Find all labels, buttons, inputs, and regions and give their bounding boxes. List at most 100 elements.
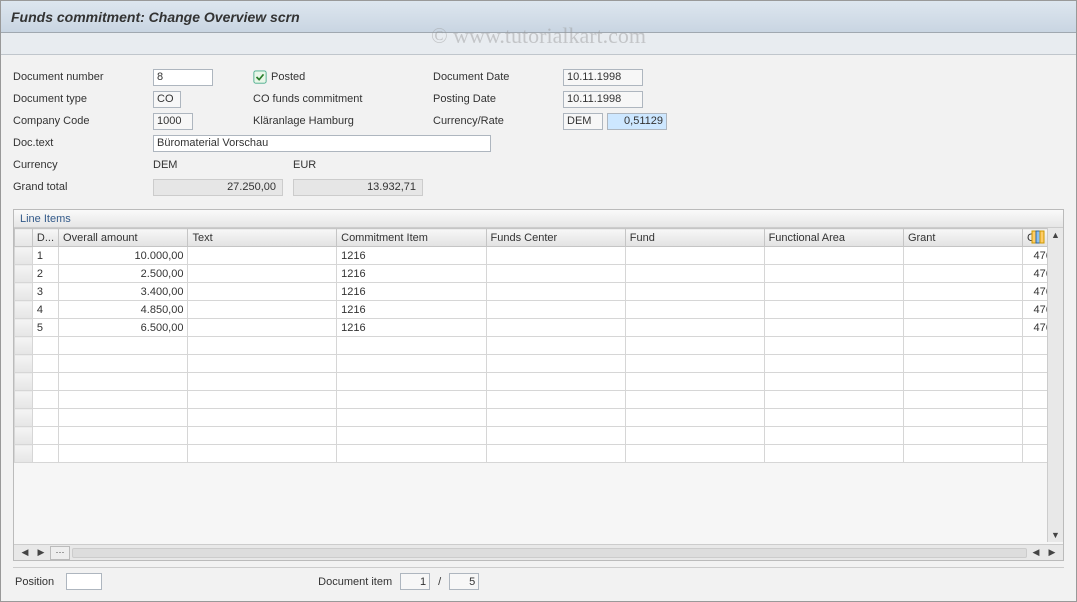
line-items-grid[interactable]: D... Overall amount Text Commitment Item… xyxy=(14,228,1063,463)
cell-text[interactable] xyxy=(188,265,337,283)
doc-item-current[interactable] xyxy=(400,573,430,590)
horizontal-scrollbar[interactable]: ◀ ▶ ⋯ ◀ ▶ xyxy=(14,544,1063,560)
company-code-field[interactable] xyxy=(153,113,193,130)
scroll-home-icon[interactable]: ⋯ xyxy=(50,546,70,560)
cell-func-area[interactable] xyxy=(764,247,903,265)
position-field[interactable] xyxy=(66,573,102,590)
cell-fund[interactable] xyxy=(625,247,764,265)
row-selector[interactable] xyxy=(15,283,33,301)
cell-funds-center[interactable] xyxy=(486,319,625,337)
table-row[interactable]: 33.400,0012164760 xyxy=(15,283,1063,301)
table-row[interactable]: 44.850,0012164760 xyxy=(15,301,1063,319)
table-config-icon[interactable] xyxy=(1031,230,1045,244)
row-selector[interactable] xyxy=(15,337,33,355)
doc-item-total[interactable] xyxy=(449,573,479,590)
cell-text[interactable] xyxy=(188,283,337,301)
cell-grant[interactable] xyxy=(903,265,1022,283)
row-selector[interactable] xyxy=(15,247,33,265)
table-row[interactable] xyxy=(15,445,1063,463)
row-selector[interactable] xyxy=(15,445,33,463)
cell-fund[interactable] xyxy=(625,283,764,301)
cell-text[interactable] xyxy=(188,301,337,319)
cell-funds-center[interactable] xyxy=(486,265,625,283)
cell-commit-item[interactable]: 1216 xyxy=(337,283,486,301)
col-func-area[interactable]: Functional Area xyxy=(764,229,903,247)
scroll-down-icon[interactable]: ▼ xyxy=(1049,528,1063,542)
cell-func-area[interactable] xyxy=(764,301,903,319)
col-commit-item[interactable]: Commitment Item xyxy=(337,229,486,247)
table-row[interactable] xyxy=(15,409,1063,427)
cell-grant[interactable] xyxy=(903,301,1022,319)
row-selector[interactable] xyxy=(15,427,33,445)
grand-total-local: 27.250,00 xyxy=(153,179,283,196)
cell-fund[interactable] xyxy=(625,319,764,337)
table-row[interactable]: 22.500,0012164760 xyxy=(15,265,1063,283)
cell-text[interactable] xyxy=(188,319,337,337)
currency-field[interactable] xyxy=(563,113,603,130)
scroll-right2-icon[interactable]: ▶ xyxy=(1045,546,1059,560)
row-selector[interactable] xyxy=(15,373,33,391)
cell-func-area[interactable] xyxy=(764,319,903,337)
cell-commit-item[interactable]: 1216 xyxy=(337,301,486,319)
cell-grant[interactable] xyxy=(903,319,1022,337)
cell-funds-center[interactable] xyxy=(486,283,625,301)
cell-overall[interactable]: 6.500,00 xyxy=(59,319,188,337)
app-window: Funds commitment: Change Overview scrn ©… xyxy=(0,0,1077,602)
doc-number-field[interactable] xyxy=(153,69,213,86)
col-funds-center[interactable]: Funds Center xyxy=(486,229,625,247)
cell-d[interactable]: 1 xyxy=(32,247,58,265)
table-title: Line Items xyxy=(14,210,1063,228)
col-fund[interactable]: Fund xyxy=(625,229,764,247)
table-row[interactable] xyxy=(15,355,1063,373)
cell-funds-center[interactable] xyxy=(486,247,625,265)
col-overall[interactable]: Overall amount xyxy=(59,229,188,247)
row-selector[interactable] xyxy=(15,391,33,409)
cell-d[interactable]: 5 xyxy=(32,319,58,337)
doc-date-field[interactable] xyxy=(563,69,643,86)
table-row[interactable] xyxy=(15,391,1063,409)
label-position: Position xyxy=(15,576,58,588)
cell-overall[interactable]: 10.000,00 xyxy=(59,247,188,265)
row-selector[interactable] xyxy=(15,301,33,319)
cell-func-area[interactable] xyxy=(764,283,903,301)
rate-field[interactable] xyxy=(607,113,667,130)
table-row[interactable]: 56.500,0012164760 xyxy=(15,319,1063,337)
cell-d[interactable]: 4 xyxy=(32,301,58,319)
scroll-up-icon[interactable]: ▲ xyxy=(1049,228,1063,242)
cell-overall[interactable]: 2.500,00 xyxy=(59,265,188,283)
cell-overall[interactable]: 3.400,00 xyxy=(59,283,188,301)
cell-fund[interactable] xyxy=(625,301,764,319)
cell-grant[interactable] xyxy=(903,247,1022,265)
posted-check-icon xyxy=(253,70,267,84)
row-selector[interactable] xyxy=(15,355,33,373)
posting-date-field[interactable] xyxy=(563,91,643,108)
cell-d[interactable]: 2 xyxy=(32,265,58,283)
table-row[interactable]: 110.000,0012164760 xyxy=(15,247,1063,265)
cell-commit-item[interactable]: 1216 xyxy=(337,265,486,283)
cell-commit-item[interactable]: 1216 xyxy=(337,247,486,265)
cell-func-area[interactable] xyxy=(764,265,903,283)
row-selector[interactable] xyxy=(15,409,33,427)
cell-d[interactable]: 3 xyxy=(32,283,58,301)
cell-grant[interactable] xyxy=(903,283,1022,301)
row-selector[interactable] xyxy=(15,319,33,337)
scroll-left2-icon[interactable]: ◀ xyxy=(1029,546,1043,560)
table-row[interactable] xyxy=(15,427,1063,445)
table-row[interactable] xyxy=(15,373,1063,391)
cell-text[interactable] xyxy=(188,247,337,265)
cell-overall[interactable]: 4.850,00 xyxy=(59,301,188,319)
table-row[interactable] xyxy=(15,337,1063,355)
col-rowselector[interactable] xyxy=(15,229,33,247)
col-grant[interactable]: Grant xyxy=(903,229,1022,247)
scroll-right-icon[interactable]: ▶ xyxy=(34,546,48,560)
doc-type-field[interactable] xyxy=(153,91,181,108)
row-selector[interactable] xyxy=(15,265,33,283)
cell-commit-item[interactable]: 1216 xyxy=(337,319,486,337)
col-text[interactable]: Text xyxy=(188,229,337,247)
cell-fund[interactable] xyxy=(625,265,764,283)
vertical-scrollbar[interactable]: ▲ ▼ xyxy=(1047,228,1063,542)
doc-text-field[interactable] xyxy=(153,135,491,152)
col-d[interactable]: D... xyxy=(32,229,58,247)
scroll-left-icon[interactable]: ◀ xyxy=(18,546,32,560)
cell-funds-center[interactable] xyxy=(486,301,625,319)
